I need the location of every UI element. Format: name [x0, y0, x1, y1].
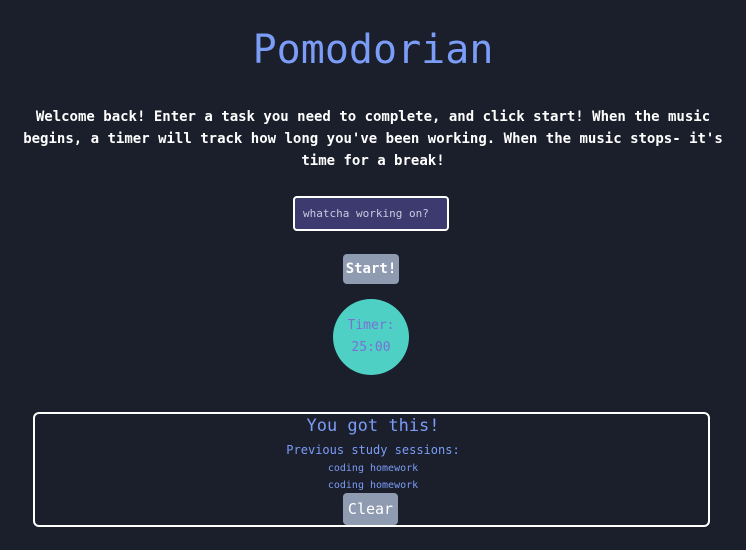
- app-title: Pomodorian: [252, 27, 494, 73]
- task-input[interactable]: [293, 196, 449, 231]
- motivation-text: You got this!: [306, 416, 440, 436]
- timer-value: 25:00: [351, 340, 391, 355]
- session-item: coding homework: [327, 480, 419, 491]
- sessions-heading: Previous study sessions:: [286, 443, 460, 457]
- timer-label: Timer:: [347, 318, 395, 333]
- welcome-message: Welcome back! Enter a task you need to c…: [23, 109, 723, 169]
- session-item: coding homework: [327, 463, 419, 474]
- timer-display: Timer: 25:00: [333, 299, 409, 375]
- sessions-list: coding homework coding homework: [0, 460, 746, 494]
- start-button[interactable]: Start!: [343, 254, 399, 284]
- clear-button[interactable]: Clear: [343, 493, 398, 525]
